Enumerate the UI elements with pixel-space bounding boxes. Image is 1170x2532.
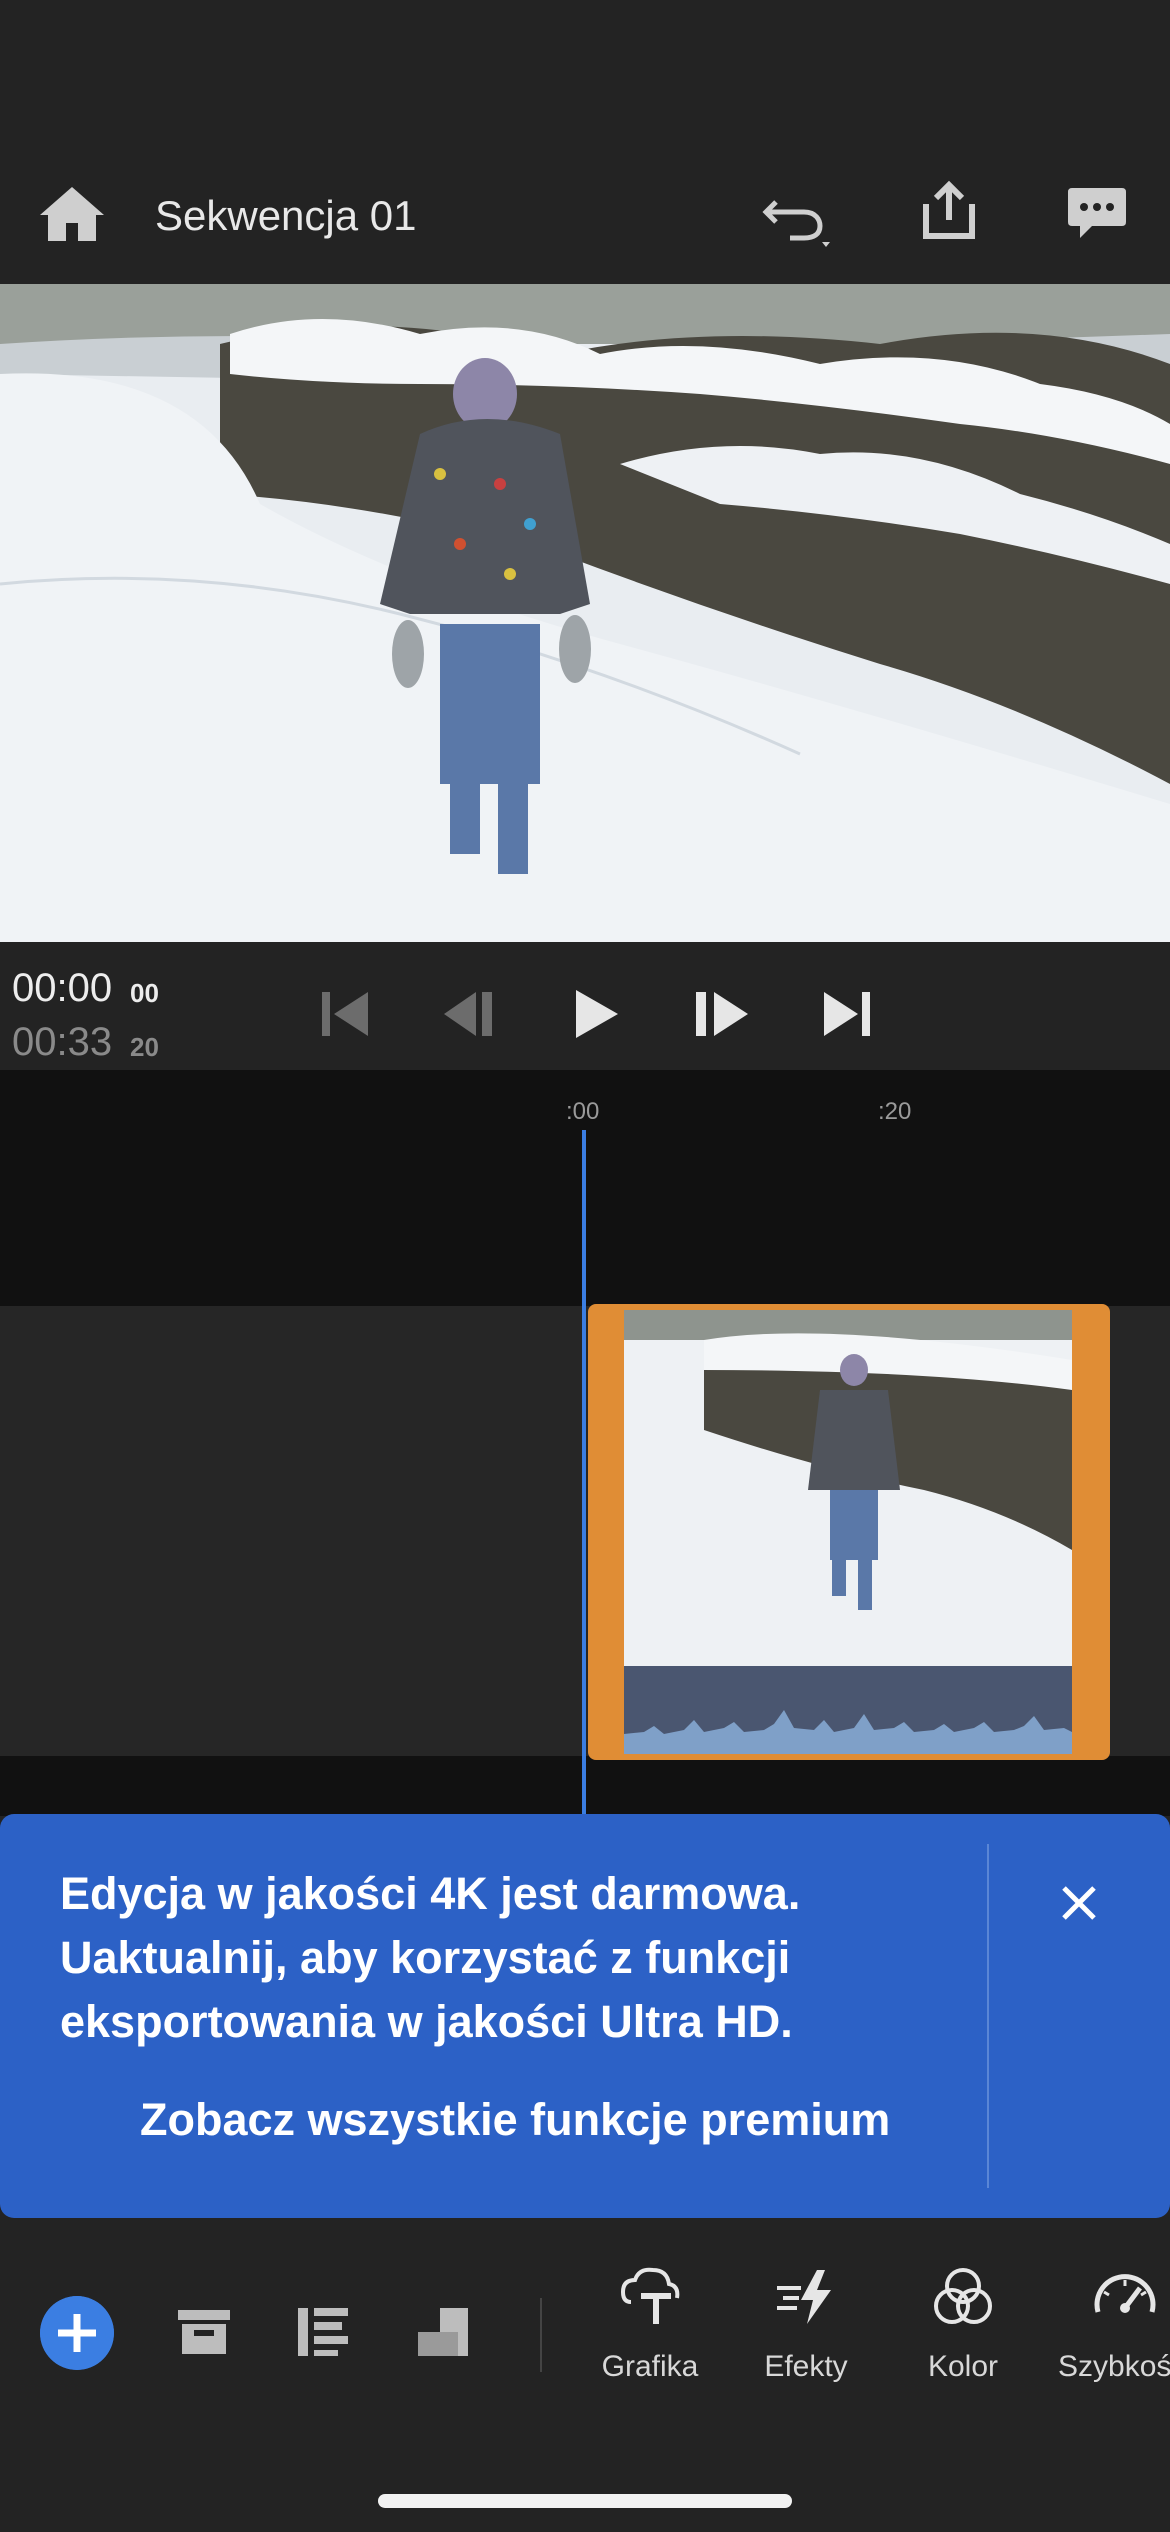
- home-icon[interactable]: [38, 183, 106, 245]
- go-to-end-button[interactable]: [818, 984, 878, 1044]
- graphics-icon: [620, 2267, 680, 2324]
- go-to-start-button[interactable]: [316, 984, 376, 1044]
- total-timecode: 00:33: [12, 1020, 113, 1064]
- effects-icon: [777, 2270, 831, 2324]
- premium-features-link[interactable]: Zobacz wszystkie funkcje premium: [140, 2094, 890, 2146]
- playhead[interactable]: [582, 1130, 586, 1820]
- speed-icon: [1094, 2274, 1156, 2313]
- undo-icon[interactable]: [760, 180, 834, 250]
- media-bin-icon[interactable]: [172, 2300, 236, 2364]
- share-icon[interactable]: [918, 180, 980, 242]
- color-icon: [934, 2268, 992, 2324]
- play-button[interactable]: [566, 984, 626, 1044]
- tool-speed-label: Szybkoś: [1058, 2350, 1170, 2383]
- banner-divider: [987, 1844, 989, 2188]
- tool-color[interactable]: Kolor: [898, 2262, 1028, 2384]
- tool-effects-label: Efekty: [764, 2350, 848, 2383]
- close-icon[interactable]: [1056, 1880, 1102, 1926]
- layers-icon[interactable]: [412, 2300, 476, 2364]
- total-frames: 20: [130, 1032, 159, 1062]
- home-indicator: [378, 2494, 792, 2508]
- tool-effects[interactable]: Efekty: [741, 2262, 871, 2384]
- sequence-title[interactable]: Sekwencja 01: [155, 188, 417, 244]
- step-back-button[interactable]: [440, 984, 500, 1044]
- ruler-label-20: :20: [878, 1098, 912, 1125]
- current-timecode: 00:00: [12, 966, 113, 1010]
- add-media-button[interactable]: [40, 2296, 114, 2370]
- tool-graphics[interactable]: Grafika: [585, 2262, 715, 2384]
- comment-icon[interactable]: [1066, 184, 1128, 242]
- step-forward-button[interactable]: [692, 984, 752, 1044]
- current-frames: 00: [130, 978, 159, 1008]
- tool-color-label: Kolor: [927, 2350, 999, 2383]
- banner-message: Edycja w jakości 4K jest darmowa. Uaktua…: [60, 1868, 801, 2047]
- clip-thumbnail[interactable]: [624, 1310, 1072, 1754]
- tool-speed[interactable]: Szybkoś: [1050, 2262, 1170, 2384]
- video-preview[interactable]: [0, 284, 1170, 942]
- tool-graphics-label: Grafika: [601, 2350, 699, 2383]
- ruler-label-0: :00: [566, 1098, 600, 1125]
- toolbar-divider: [540, 2298, 542, 2372]
- tracks-icon[interactable]: [292, 2300, 356, 2364]
